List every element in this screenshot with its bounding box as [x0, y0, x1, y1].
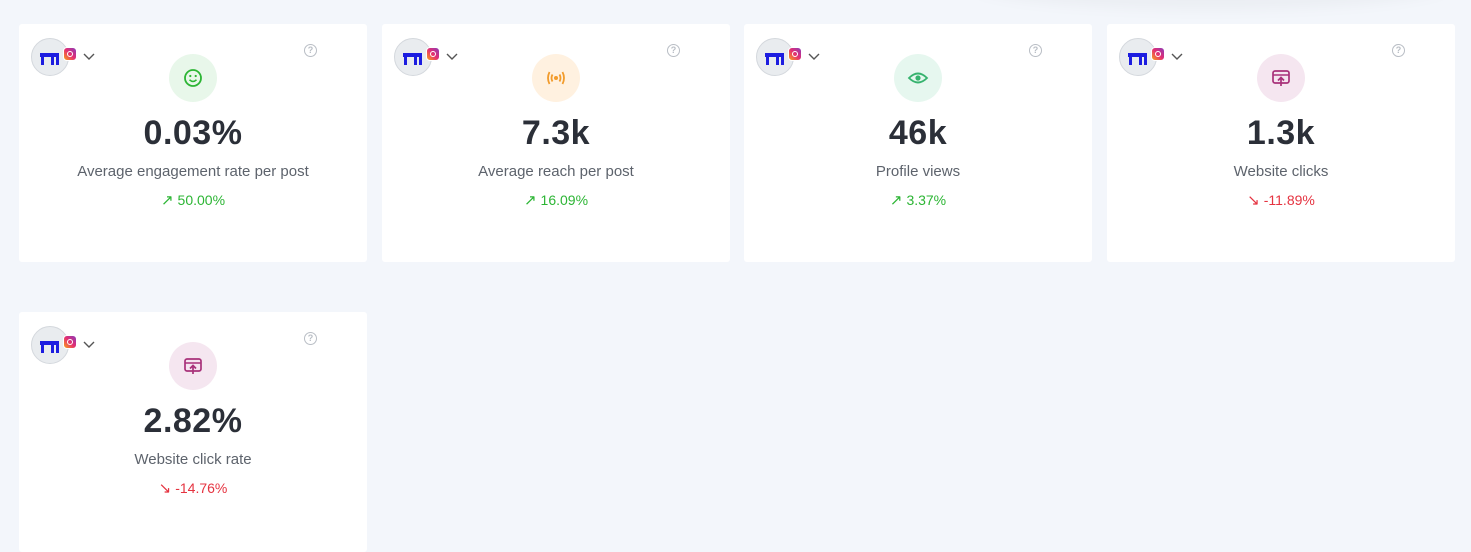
metric-card-website-clicks: ? 1.3k Website clicks ↘ -11.89% — [1107, 24, 1455, 262]
account-selector[interactable] — [31, 38, 97, 76]
chevron-down-icon — [808, 53, 820, 60]
trend-value: -14.76% — [175, 480, 228, 496]
website-click-icon — [1257, 54, 1305, 102]
broadcast-icon — [532, 54, 580, 102]
trend-up-icon: ↗ — [889, 192, 903, 209]
trend-down-icon: ↘ — [158, 480, 172, 497]
smile-icon — [169, 54, 217, 102]
metric-label: Website clicks — [1233, 163, 1329, 180]
account-selector[interactable] — [31, 326, 97, 364]
trend-value: 16.09% — [540, 192, 589, 208]
website-click-icon — [169, 342, 217, 390]
help-icon[interactable]: ? — [1392, 44, 1405, 57]
trend-value: 50.00% — [177, 192, 226, 208]
metric-value: 2.82% — [143, 402, 243, 440]
metric-trend: ↗ 50.00% — [19, 191, 367, 209]
instagram-icon — [788, 47, 802, 61]
metric-label: Average engagement rate per post — [77, 163, 309, 180]
trend-up-icon: ↗ — [160, 192, 174, 209]
metric-trend: ↗ 16.09% — [382, 191, 730, 209]
background-shadow — [971, 0, 1451, 10]
instagram-icon — [1151, 47, 1165, 61]
help-icon[interactable]: ? — [1029, 44, 1042, 57]
chevron-down-icon — [83, 341, 95, 348]
metric-trend: ↘ -14.76% — [19, 479, 367, 497]
instagram-icon — [63, 47, 77, 61]
trend-up-icon: ↗ — [523, 192, 537, 209]
account-selector[interactable] — [756, 38, 822, 76]
metric-trend: ↗ 3.37% — [744, 191, 1092, 209]
help-icon[interactable]: ? — [304, 44, 317, 57]
instagram-icon — [426, 47, 440, 61]
chevron-down-icon — [1171, 53, 1183, 60]
help-icon[interactable]: ? — [667, 44, 680, 57]
trend-value: -11.89% — [1263, 192, 1315, 208]
trend-down-icon: ↘ — [1247, 192, 1260, 209]
metric-card-profile-views: ? 46k Profile views ↗ 3.37% — [744, 24, 1092, 262]
eye-icon — [894, 54, 942, 102]
chevron-down-icon — [83, 53, 95, 60]
metric-card-engagement: ? 0.03% Average engagement rate per post… — [19, 24, 367, 262]
metric-value: 0.03% — [143, 114, 243, 152]
metric-card-website-click-rate: ? 2.82% Website click rate ↘ -14.76% — [19, 312, 367, 552]
help-icon[interactable]: ? — [304, 332, 317, 345]
instagram-icon — [63, 335, 77, 349]
metric-value: 46k — [888, 114, 948, 152]
chevron-down-icon — [446, 53, 458, 60]
metric-value: 1.3k — [1246, 114, 1316, 152]
metric-label: Profile views — [875, 163, 961, 180]
account-selector[interactable] — [394, 38, 460, 76]
metric-label: Average reach per post — [478, 163, 634, 180]
trend-value: 3.37% — [906, 192, 947, 208]
metric-label: Website click rate — [134, 451, 252, 468]
metric-card-reach: ? 7.3k Average reach per post ↗ 16.09% — [382, 24, 730, 262]
account-selector[interactable] — [1119, 38, 1185, 76]
metric-trend: ↘ -11.89% — [1107, 191, 1455, 209]
metric-value: 7.3k — [521, 114, 591, 152]
